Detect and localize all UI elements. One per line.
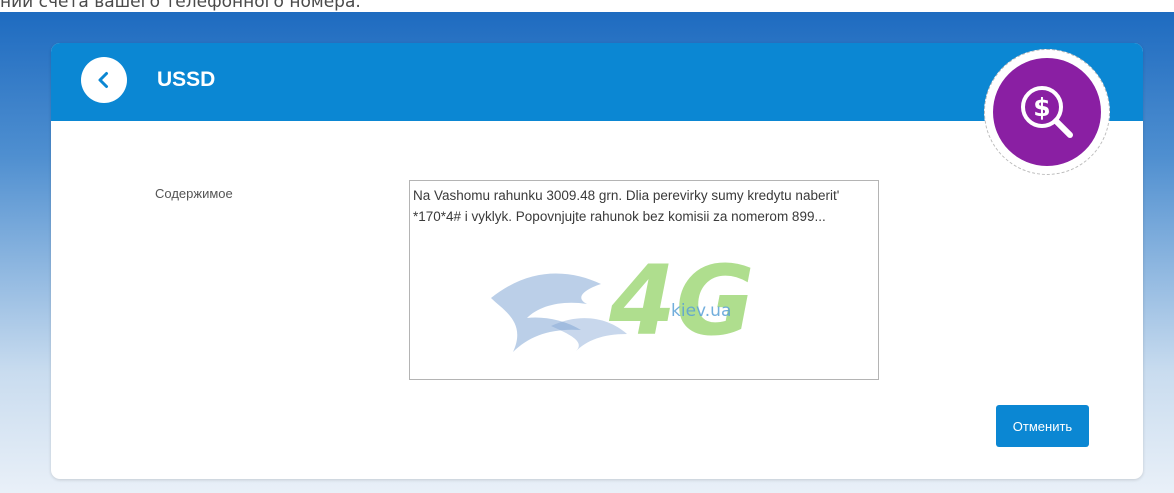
- content-text: Na Vashomu rahunku 3009.48 grn. Dlia per…: [413, 188, 840, 224]
- promo-badge: $: [984, 49, 1110, 175]
- watermark-domain: kiev.ua: [671, 301, 732, 321]
- cancel-button[interactable]: Отменить: [996, 405, 1089, 447]
- back-button[interactable]: [81, 57, 127, 103]
- dialog-header: USSD: [51, 43, 1143, 121]
- promo-circle: $: [993, 58, 1101, 166]
- page-caption: нии счета вашего телефонного номера.: [0, 0, 361, 12]
- content-textarea[interactable]: Na Vashomu rahunku 3009.48 grn. Dlia per…: [409, 180, 879, 380]
- ussd-dialog: USSD $ Содержимое Na Vashomu rahunku 300…: [51, 43, 1143, 479]
- content-label: Содержимое: [155, 186, 233, 201]
- dollar-magnifier-icon: $: [1021, 86, 1073, 138]
- svg-text:$: $: [1033, 93, 1050, 122]
- chevron-left-icon: [98, 72, 108, 88]
- dialog-title: USSD: [157, 68, 216, 91]
